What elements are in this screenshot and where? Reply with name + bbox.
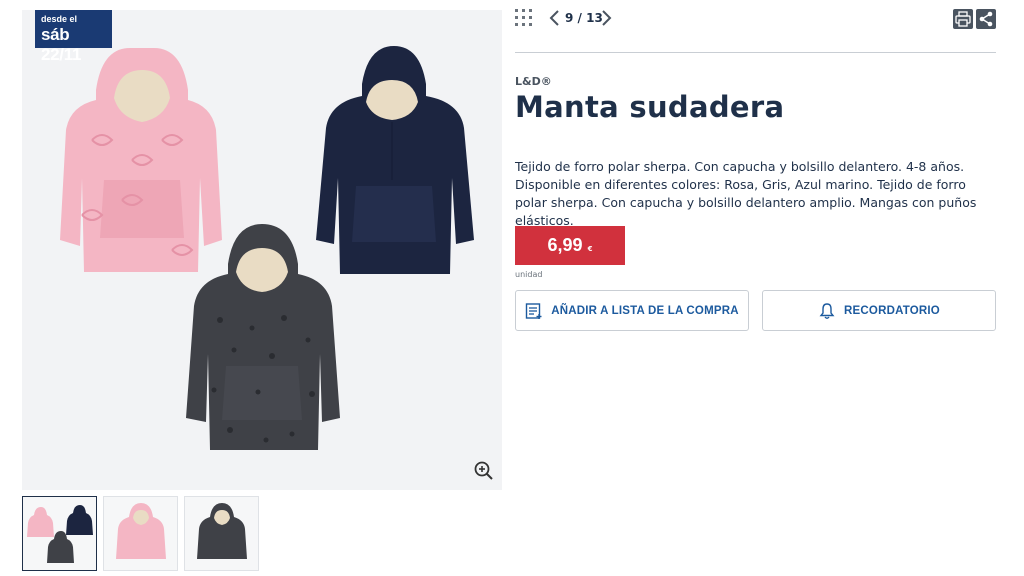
thumbnail-all-colors[interactable] (22, 496, 97, 571)
product-navigation: 9 / 13 (515, 8, 996, 30)
grey-hoodie (186, 224, 340, 450)
chevron-right-icon[interactable] (601, 9, 613, 27)
main-product-image[interactable]: desde el sáb 22/11 (22, 10, 502, 490)
thumbnail-grey[interactable] (184, 496, 259, 571)
navy-hoodie (316, 46, 474, 274)
availability-date-badge: desde el sáb 22/11 (35, 10, 112, 64)
add-to-list-label: AÑADIR A LISTA DE LA COMPRA (551, 304, 739, 317)
price-box: 6,99 € (515, 226, 625, 265)
product-brand: L&D® (515, 75, 552, 88)
hoodies-illustration (60, 46, 474, 450)
header-divider (515, 52, 996, 53)
grid-icon[interactable] (515, 9, 533, 27)
bell-icon (819, 302, 835, 319)
price-currency: € (587, 245, 593, 253)
print-icon[interactable] (953, 9, 973, 29)
product-title: Manta sudadera (515, 90, 785, 124)
share-icon[interactable] (976, 9, 996, 29)
thumbnail-pink[interactable] (103, 496, 178, 571)
product-description: Tejido de forro polar sherpa. Con capuch… (515, 159, 977, 228)
list-add-icon (526, 302, 542, 319)
reminder-button[interactable]: RECORDATORIO (762, 290, 996, 331)
thumbnail-strip (22, 496, 259, 571)
badge-line-2: sáb 22/11 (41, 25, 82, 64)
pink-hoodie (60, 48, 222, 272)
reminder-label: RECORDATORIO (844, 304, 940, 317)
price-amount: 6,99 (547, 235, 583, 255)
product-counter: 9 / 13 (565, 11, 603, 25)
add-to-shopping-list-button[interactable]: AÑADIR A LISTA DE LA COMPRA (515, 290, 749, 331)
zoom-in-icon[interactable] (473, 460, 495, 482)
badge-line-1: desde el (41, 14, 78, 24)
chevron-left-icon[interactable] (548, 9, 560, 27)
price-unit: unidad (515, 270, 543, 279)
